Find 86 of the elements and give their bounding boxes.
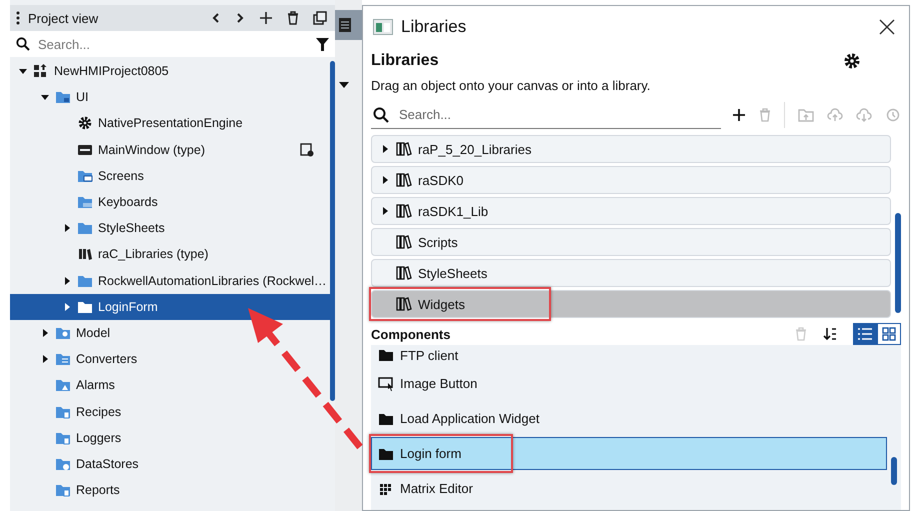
tree-item[interactable]: Recipes [10,398,330,425]
books-icon [396,296,412,312]
chevron-right-icon[interactable] [235,12,245,24]
tree-item[interactable]: RockwellAutomationLibraries (Rockwel… [10,268,330,294]
caret-right-icon[interactable] [380,175,390,185]
copy-icon[interactable] [313,11,327,25]
gear-icon [77,115,93,132]
library-item[interactable]: StyleSheets [371,259,891,287]
folder-icon [55,89,71,106]
caret-right-icon[interactable] [380,144,390,154]
folder-icon [55,482,71,498]
plus-icon[interactable] [732,108,746,122]
close-icon[interactable] [879,19,895,35]
settings-icon[interactable] [843,52,861,70]
tree-item[interactable]: Reports [10,477,330,504]
library-item[interactable]: raSDK0 [371,166,891,194]
tree-item[interactable]: Screens [10,162,330,189]
library-icon [77,246,93,262]
library-item[interactable]: raP_5_20_Libraries [371,135,891,163]
trash-icon[interactable] [287,11,299,25]
tree-item[interactable]: Model [10,320,330,346]
search-bar[interactable]: Search... [10,31,335,57]
scrollbar[interactable] [330,61,335,401]
folder-icon [77,220,93,236]
list-icon [339,18,351,32]
books-icon [396,265,412,281]
component-item[interactable]: Login form [371,437,887,470]
editor-tab[interactable] [335,10,362,40]
scrollbar[interactable] [891,457,897,485]
instruction-text: Drag an object onto your canvas or into a library. [371,78,652,93]
caret-right-icon[interactable] [62,276,72,286]
tree-item[interactable]: Converters [10,346,330,372]
dialog-title: Libraries [401,17,468,37]
sort-icon[interactable] [823,327,837,341]
component-item[interactable]: FTP client [371,345,887,365]
list-icon [858,328,872,340]
component-item[interactable]: Image Button [371,367,887,400]
books-icon [396,172,412,188]
folder-icon [55,377,71,394]
tree-item[interactable]: NativePresentationEngine [10,110,330,137]
tree-item[interactable]: Alarms [10,372,330,398]
tree-item[interactable]: raC_Libraries (type) [10,241,330,268]
window-icon [373,19,393,35]
tree-item[interactable]: LoginForm [10,294,330,320]
caret-down-icon[interactable] [339,82,349,88]
component-item[interactable]: Load Application Widget [371,402,887,435]
caret-down-icon[interactable] [18,66,28,76]
cursor-icon [378,376,394,392]
books-icon [396,141,412,157]
folder-icon [378,347,394,363]
folder-icon [55,351,71,368]
filter-icon[interactable] [316,38,329,50]
more-icon[interactable] [16,11,20,25]
caret-right-icon[interactable] [62,223,72,234]
grid-icon [882,327,896,341]
chevron-left-icon[interactable] [211,12,221,24]
caret-right-icon[interactable] [380,206,390,216]
panel-title: Project view [28,10,100,26]
tree-item[interactable]: NewHMIProject0805 [10,58,330,84]
plus-icon[interactable] [259,11,273,25]
books-icon [396,234,412,250]
caret-down-icon[interactable] [40,92,50,102]
tree-item[interactable]: UI [10,84,330,110]
search-icon [16,37,30,51]
books-icon [396,203,412,219]
caret-right-icon[interactable] [40,354,50,364]
caret-right-icon[interactable] [62,302,72,312]
search-icon [373,106,389,122]
grid-view-button[interactable] [877,323,901,345]
tree-item[interactable]: DataStores [10,450,330,477]
caret-right-icon[interactable] [40,328,50,338]
list-view-button[interactable] [853,323,877,345]
tree-item[interactable]: Loggers [10,424,330,451]
scrollbar[interactable] [895,213,901,313]
library-item[interactable]: Widgets [371,290,891,318]
tree-item[interactable]: MainWindow (type) [10,136,330,163]
search-field[interactable]: Search... [36,36,310,52]
folder-icon [77,194,93,210]
library-item[interactable]: Scripts [371,228,891,256]
library-item[interactable]: raSDK1_Lib [371,197,891,225]
tree-item[interactable]: Keyboards [10,188,330,216]
dialog-heading: Libraries [371,52,439,70]
section-title: Components [371,326,450,342]
tree-item[interactable]: StyleSheets [10,215,330,242]
component-item[interactable]: Matrix Editor [371,472,887,505]
grid-icon [33,63,49,80]
